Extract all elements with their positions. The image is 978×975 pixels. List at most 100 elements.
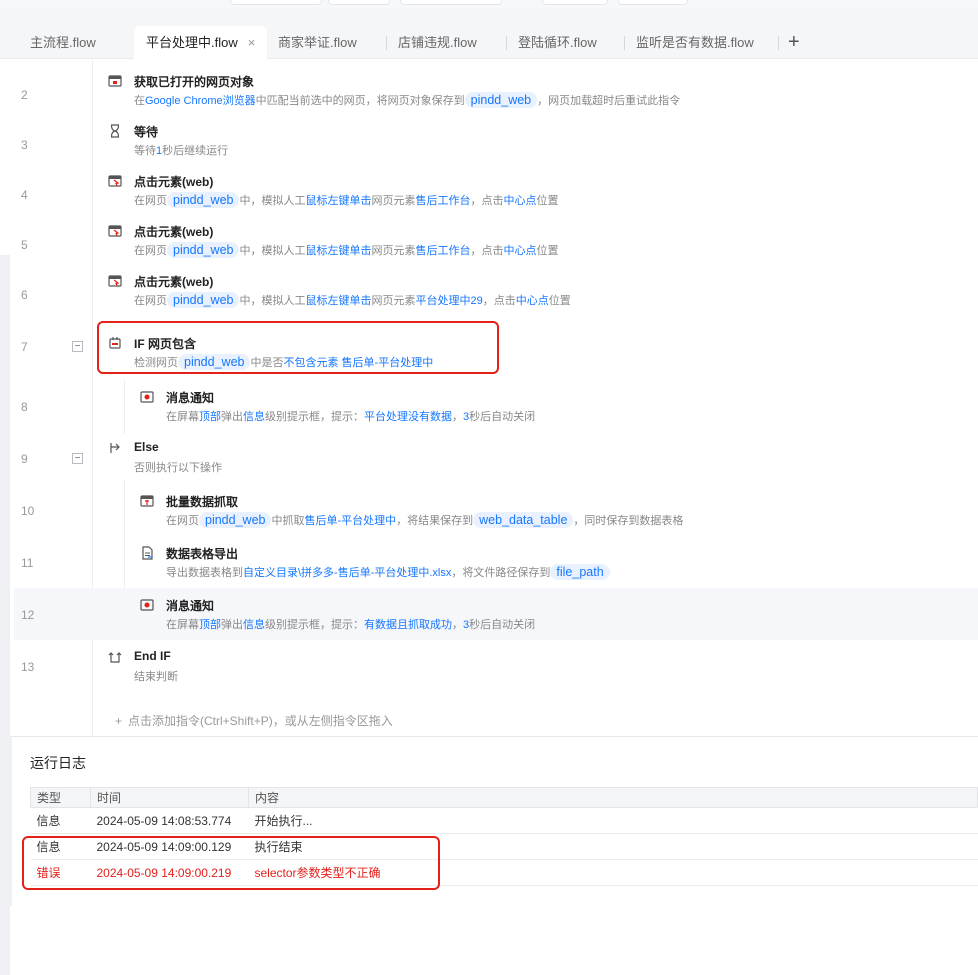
- close-icon[interactable]: ×: [248, 35, 256, 50]
- command-title: 数据表格导出: [166, 547, 239, 561]
- column-header: 类型: [30, 787, 91, 808]
- highlight-box: [22, 836, 440, 890]
- command-row[interactable]: 12 消息通知 在屏幕顶部弹出信息级别提示框，提示：有数据且抓取成功，3秒后自动…: [14, 588, 978, 640]
- tab-listen-data[interactable]: 监听是否有数据.flow: [636, 26, 754, 59]
- add-tab-button[interactable]: +: [788, 28, 800, 56]
- tab-login-loop[interactable]: 登陆循环.flow: [518, 26, 597, 59]
- tab-divider: [778, 36, 779, 50]
- variable-chip[interactable]: web_data_table: [473, 512, 574, 528]
- variable-chip[interactable]: pindd_web: [167, 192, 240, 208]
- command-desc: 结束判断: [134, 671, 178, 683]
- command-desc: 在网页 pindd_web 中抓取售后单-平台处理中，将结果保存到 web_data_…: [166, 512, 684, 528]
- command-desc: 在Google Chrome浏览器中匹配当前选中的网页，将网页对象保存到 pind…: [134, 92, 681, 108]
- command-title: Else: [134, 440, 159, 454]
- click-element-icon: [108, 175, 122, 187]
- top-toolbar-strip: [0, 0, 978, 8]
- hourglass-icon: [110, 124, 120, 138]
- log-row[interactable]: 信息 2024-05-09 14:08:53.774 开始执行...: [30, 807, 978, 834]
- command-title: 消息通知: [166, 599, 215, 613]
- command-row[interactable]: 8 消息通知 在屏幕顶部弹出信息级别提示框，提示：平台处理没有数据，3秒后自动关…: [14, 372, 978, 423]
- tab-label: 监听是否有数据.flow: [636, 35, 754, 50]
- command-desc: 在网页 pindd_web 中，模拟人工鼠标左键单击网页元素售后工作台，点击中心点位…: [134, 192, 559, 208]
- line-number: 3: [21, 138, 28, 152]
- command-desc: 否则执行以下操作: [134, 462, 222, 474]
- tab-platform-processing[interactable]: 平台处理中.flow ×: [134, 26, 268, 60]
- command-row[interactable]: 3 等待 等待1秒后继续运行: [14, 110, 978, 160]
- add-hint-label: 点击添加指令(Ctrl+Shift+P)，或从左侧指令区拖入: [128, 714, 393, 728]
- run-log-title: 运行日志: [30, 755, 86, 771]
- tab-divider: [506, 36, 507, 50]
- command-desc: 在网页 pindd_web 中，模拟人工鼠标左键单击网页元素平台处理中29，点击中心…: [134, 292, 571, 308]
- log-time: 2024-05-09 14:08:53.774: [90, 807, 249, 834]
- highlight-box: [97, 321, 499, 374]
- tab-merchant-evidence[interactable]: 商家举证.flow: [278, 26, 357, 59]
- variable-chip[interactable]: pindd_web: [199, 512, 272, 528]
- batch-scrape-icon: [140, 495, 154, 507]
- variable-chip[interactable]: file_path: [550, 564, 610, 580]
- tab-divider: [624, 36, 625, 50]
- toolbar-button-stub[interactable]: [618, 0, 688, 5]
- collapse-toggle[interactable]: −: [72, 341, 83, 352]
- collapse-toggle[interactable]: −: [72, 453, 83, 464]
- notification-icon: [140, 599, 154, 611]
- log-type: 信息: [30, 807, 91, 834]
- command-desc: 在屏幕顶部弹出信息级别提示框，提示：平台处理没有数据，3秒后自动关闭: [166, 411, 536, 423]
- tab-label: 商家举证.flow: [278, 35, 357, 50]
- line-number: 9: [21, 452, 28, 466]
- command-title: 等待: [134, 125, 159, 139]
- line-number: 10: [21, 504, 35, 518]
- line-number: 6: [21, 288, 28, 302]
- line-number: 13: [21, 660, 35, 674]
- command-title: 点击元素(web): [134, 225, 214, 239]
- command-row[interactable]: 10 批量数据抓取 在网页 pindd_web 中抓取售后单-平台处理中，将结果保存…: [14, 484, 978, 534]
- toolbar-button-stub[interactable]: [328, 0, 390, 5]
- command-row[interactable]: 6 点击元素(web) 在网页 pindd_web 中，模拟人工鼠标左键单击网页元素…: [14, 260, 978, 310]
- column-header: 内容: [248, 787, 978, 808]
- command-row[interactable]: 11 数据表格导出 导出数据表格到自定义目录\拼多多-售后单-平台处理中.xls…: [14, 536, 978, 588]
- export-table-icon: [142, 546, 153, 560]
- tab-divider: [386, 36, 387, 50]
- variable-chip[interactable]: pindd_web: [464, 92, 538, 108]
- log-content: 开始执行...: [248, 807, 978, 834]
- add-command-hint[interactable]: + 点击添加指令(Ctrl+Shift+P)，或从左侧指令区拖入: [115, 712, 393, 729]
- command-title: 获取已打开的网页对象: [134, 75, 255, 89]
- command-row[interactable]: 4 点击元素(web) 在网页 pindd_web 中，模拟人工鼠标左键单击网页元素…: [14, 160, 978, 210]
- tab-store-violation[interactable]: 店铺违规.flow: [398, 26, 477, 59]
- webpage-icon: [108, 75, 122, 87]
- tab-label: 平台处理中.flow: [146, 35, 238, 50]
- variable-chip[interactable]: pindd_web: [167, 292, 240, 308]
- command-desc: 导出数据表格到自定义目录\拼多多-售后单-平台处理中.xlsx，将文件路径保存到…: [166, 564, 610, 580]
- toolbar-button-stub[interactable]: [400, 0, 502, 5]
- tab-label: 登陆循环.flow: [518, 35, 597, 50]
- notification-icon: [140, 391, 154, 403]
- line-number: 5: [21, 238, 28, 252]
- command-title: End IF: [134, 649, 171, 663]
- line-number: 4: [21, 188, 28, 202]
- left-panel-edge: [0, 736, 12, 906]
- line-number: 7: [21, 340, 28, 354]
- command-desc: 在网页 pindd_web 中，模拟人工鼠标左键单击网页元素售后工作台，点击中心点位…: [134, 242, 559, 258]
- command-desc: 在屏幕顶部弹出信息级别提示框，提示：有数据且抓取成功，3秒后自动关闭: [166, 619, 536, 631]
- line-number: 12: [21, 608, 35, 622]
- command-row[interactable]: 9 − Else 否则执行以下操作: [14, 430, 978, 484]
- plus-icon: +: [115, 714, 123, 728]
- tab-label: 主流程.flow: [30, 35, 96, 50]
- left-gutter: [0, 60, 12, 975]
- line-number: 11: [21, 556, 34, 570]
- column-header: 时间: [90, 787, 249, 808]
- command-row[interactable]: 13 End IF 结束判断: [14, 640, 978, 692]
- command-row[interactable]: 5 点击元素(web) 在网页 pindd_web 中，模拟人工鼠标左键单击网页元素…: [14, 210, 978, 260]
- toolbar-button-stub[interactable]: [542, 0, 608, 5]
- click-element-icon: [108, 225, 122, 237]
- line-number: 8: [21, 400, 28, 414]
- toolbar-button-stub[interactable]: [230, 0, 322, 5]
- file-tab-bar: 主流程.flow 平台处理中.flow × 商家举证.flow 店铺违规.flow…: [0, 8, 978, 60]
- command-row[interactable]: 2 获取已打开的网页对象 在Google Chrome浏览器中匹配当前选中的网页…: [14, 60, 978, 110]
- log-header-row: 类型 时间 内容: [30, 787, 978, 808]
- line-number: 2: [21, 88, 28, 102]
- click-element-icon: [108, 275, 122, 287]
- variable-chip[interactable]: pindd_web: [167, 242, 240, 258]
- tab-label: 店铺违规.flow: [398, 35, 477, 50]
- command-title: 点击元素(web): [134, 175, 214, 189]
- tab-main-flow[interactable]: 主流程.flow: [30, 26, 96, 59]
